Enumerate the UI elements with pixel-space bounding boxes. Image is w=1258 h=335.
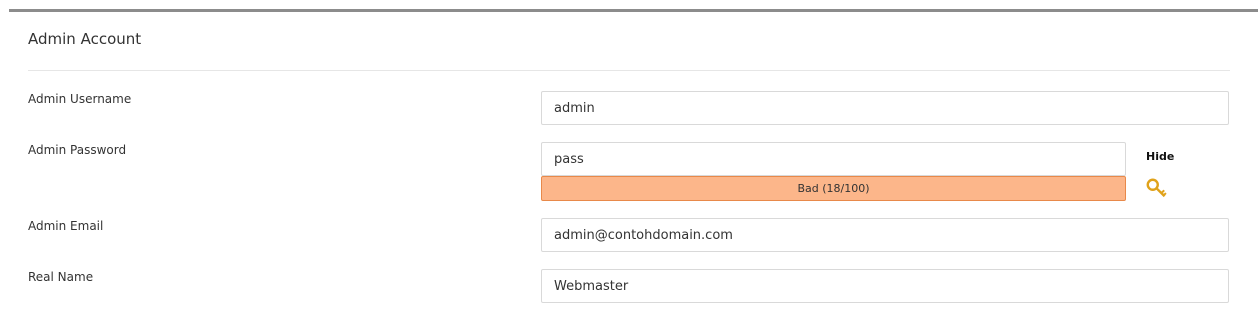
key-icon[interactable] <box>1144 176 1170 202</box>
real-name-field[interactable] <box>541 269 1229 303</box>
password-strength-meter: Bad (18/100) <box>541 176 1126 201</box>
admin-password-label: Admin Password <box>28 143 127 157</box>
admin-username-label: Admin Username <box>28 92 132 106</box>
admin-email-label: Admin Email <box>28 219 104 233</box>
hide-password-link[interactable]: Hide <box>1146 150 1174 163</box>
admin-username-field[interactable] <box>541 91 1229 125</box>
top-border <box>9 9 1258 12</box>
real-name-label: Real Name <box>28 270 94 284</box>
divider <box>28 70 1230 71</box>
admin-password-field[interactable] <box>541 142 1126 176</box>
admin-email-field[interactable] <box>541 218 1229 252</box>
password-strength-text: Bad (18/100) <box>797 182 870 195</box>
section-title: Admin Account <box>28 30 142 48</box>
